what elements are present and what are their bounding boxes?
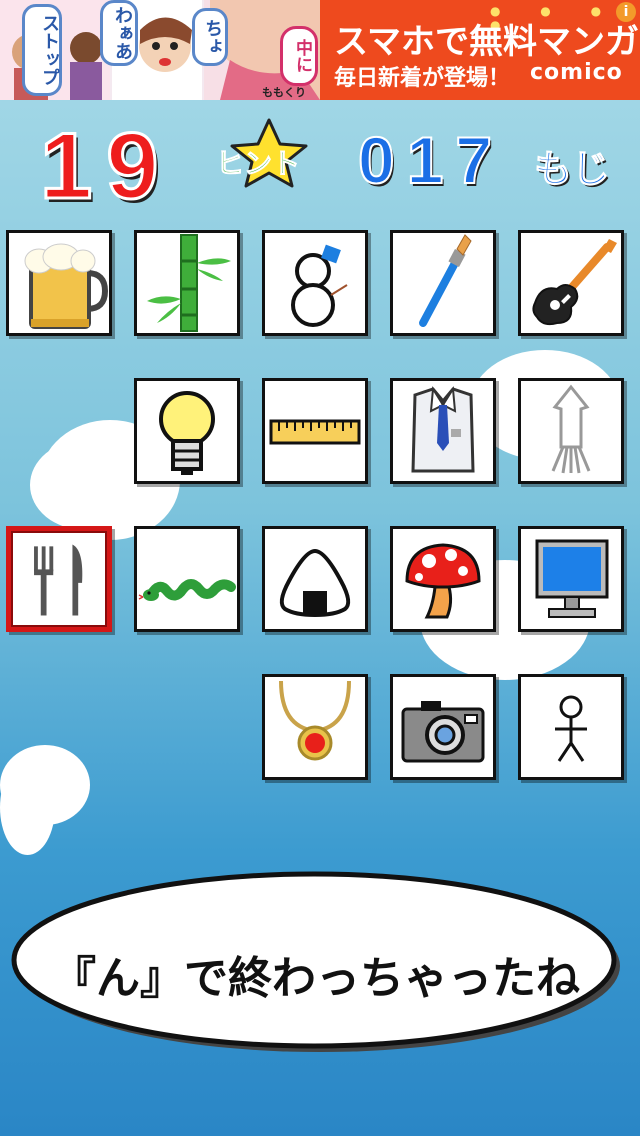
paintbrush-icon [419, 234, 472, 327]
guitar-icon [532, 239, 617, 326]
ad-artist-credit: ももくり [262, 86, 306, 99]
word-tile-camera[interactable] [390, 674, 496, 780]
ad-brand-logo: comico [530, 60, 623, 85]
word-tile-necklace[interactable] [262, 674, 368, 780]
ad-headline: スマホで無料マンガ [334, 22, 639, 62]
ad-bubble-naka: 中に [280, 26, 318, 86]
character-count: 017 [357, 122, 505, 198]
ad-info-icon[interactable]: i [616, 2, 636, 22]
word-tile-computer[interactable] [518, 526, 624, 632]
cloud [30, 440, 140, 530]
word-tile-mushroom[interactable] [390, 526, 496, 632]
word-tile-squid[interactable] [518, 378, 624, 484]
ad-bubble-waa: わぁあ [100, 0, 138, 66]
character-count-unit: もじ [533, 147, 611, 192]
message-bubble: 『ん』で終わっちゃったね [8, 862, 624, 1058]
rice-ball-icon [279, 548, 351, 618]
ad-banner[interactable]: ストップ わぁあ ちょ 中に ももくり ● ● ● ● スマホで無料マンガ 毎日… [0, 0, 640, 100]
ruler-icon [269, 419, 361, 445]
bamboo-icon [147, 234, 231, 332]
word-tile-snowman[interactable] [262, 230, 368, 336]
word-tile-rice-ball[interactable] [262, 526, 368, 632]
necklace-icon [279, 680, 351, 761]
word-tile-beer[interactable] [6, 230, 112, 336]
score-counter: 19 [39, 112, 173, 220]
hint-label: ヒント [215, 147, 301, 181]
word-tile-bamboo[interactable] [134, 230, 240, 336]
snake-icon [138, 579, 236, 601]
word-tile-cutlery-selected[interactable] [6, 526, 112, 632]
stick-figure-icon [555, 695, 587, 762]
light-bulb-icon [159, 391, 215, 475]
word-tile-light-bulb[interactable] [134, 378, 240, 484]
word-tile-snake[interactable] [134, 526, 240, 632]
snowman-icon [291, 244, 348, 327]
beer-mug-icon [24, 243, 109, 329]
ad-bubble-stop: ストップ [22, 4, 62, 96]
hint-button[interactable]: ヒント [214, 118, 324, 188]
camera-icon [401, 701, 485, 763]
computer-monitor-icon [535, 539, 609, 618]
ad-subline: 毎日新着が登場！ [334, 66, 511, 91]
ad-comico-panel[interactable]: ● ● ● ● スマホで無料マンガ 毎日新着が登場！ comico i [320, 0, 640, 100]
word-tile-person[interactable] [518, 674, 624, 780]
ad-bubble-cho: ちょ [192, 8, 228, 66]
word-tile-ruler[interactable] [262, 378, 368, 484]
ad-manga-image[interactable]: ストップ わぁあ ちょ 中に ももくり [0, 0, 320, 100]
message-text: 『ん』で終わっちゃったね [52, 953, 580, 1004]
shirt-tie-icon [411, 385, 475, 473]
word-tile-shirt[interactable] [390, 378, 496, 484]
cloud [0, 760, 55, 855]
mushroom-icon [405, 543, 481, 619]
word-tile-guitar[interactable] [518, 230, 624, 336]
fork-knife-icon [34, 544, 83, 616]
word-tile-brush[interactable] [390, 230, 496, 336]
squid-icon [551, 384, 591, 474]
